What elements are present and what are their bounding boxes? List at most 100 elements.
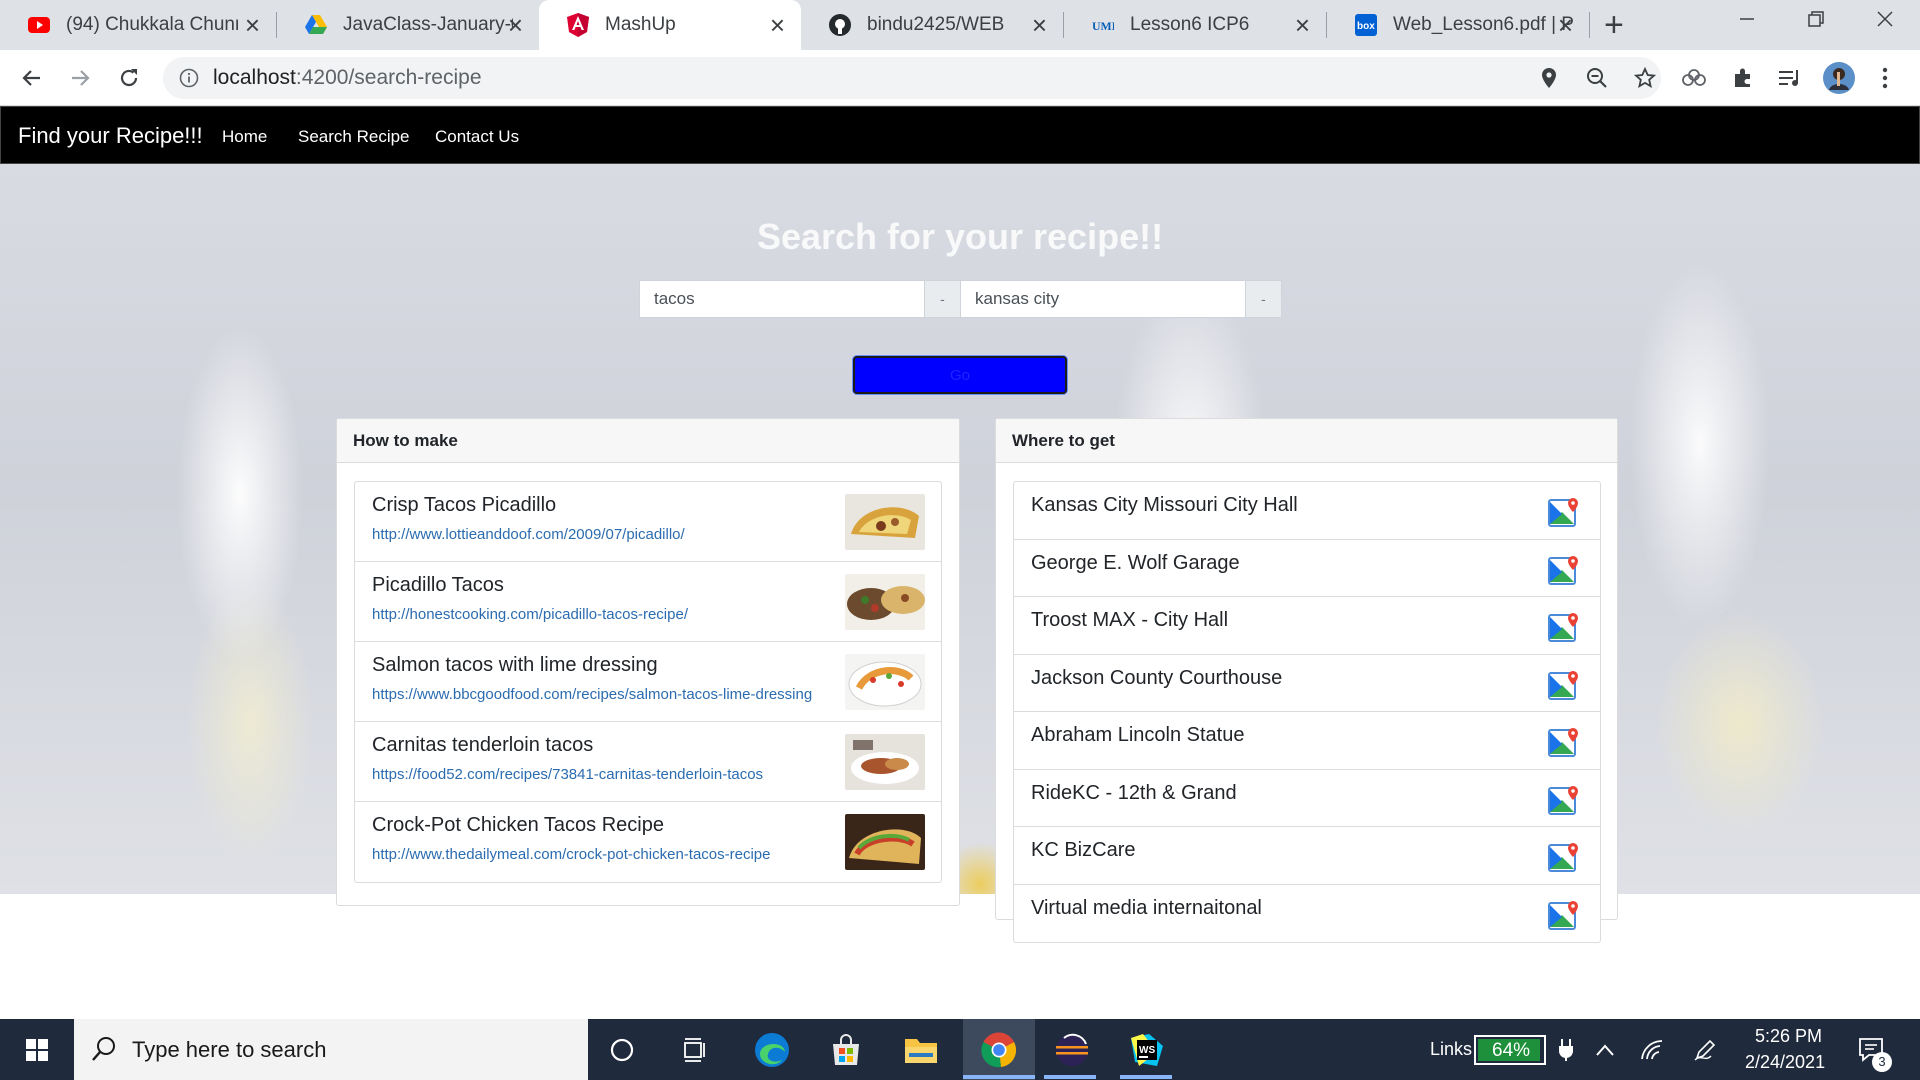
umkc-icon: UMKC [1092,14,1114,36]
svg-text:WS: WS [1139,1045,1155,1056]
clock-date[interactable]: 2/24/2021 [1745,1052,1825,1073]
file-explorer-icon[interactable] [900,1029,942,1071]
hero-title: Search for your recipe!! [756,216,1164,257]
restore-icon[interactable] [1807,8,1825,34]
tab-close-icon[interactable]: × [1558,12,1573,38]
back-icon[interactable] [16,62,48,94]
tab-close-icon[interactable]: × [245,12,260,38]
taskbar-search-box[interactable]: Type here to search [74,1019,588,1080]
recipe-thumbnail[interactable] [845,494,925,550]
profile-avatar[interactable] [1823,62,1855,94]
recipe-thumbnail[interactable] [845,654,925,710]
place-item: Kansas City Missouri City Hall [1014,482,1600,540]
place-item: Troost MAX - City Hall [1014,597,1600,655]
webstorm-icon[interactable]: WS [1126,1029,1168,1071]
browser-tab-strip: (94) Chukkala Chunni × JavaClass-January… [0,0,1920,50]
browser-tab-active[interactable]: MashUp × [539,0,801,50]
browser-tab[interactable]: bindu2425/WEB × [801,0,1063,50]
google-maps-icon[interactable] [1548,841,1580,873]
tab-close-icon[interactable]: × [508,12,523,38]
google-maps-icon[interactable] [1548,669,1580,701]
place-name: Jackson County Courthouse [1031,666,1283,689]
recipe-thumbnail[interactable] [845,814,925,870]
minimize-icon[interactable] [1738,8,1756,34]
angular-icon [567,13,589,37]
google-maps-icon[interactable] [1548,899,1580,931]
new-tab-button[interactable]: + [1604,8,1624,42]
recipe-name: Crock-Pot Chicken Tacos Recipe [372,814,664,836]
media-controls-icon[interactable] [1777,65,1803,91]
recipe-item: Salmon tacos with lime dressing https://… [355,642,941,722]
battery-meter[interactable]: 64% [1474,1035,1546,1065]
task-view-icon[interactable] [675,1029,717,1071]
microsoft-store-icon[interactable] [825,1029,867,1071]
site-navbar: Find your Recipe!!! Home Search Recipe C… [0,106,1920,164]
recipe-item: Crisp Tacos Picadillo http://www.lottiea… [355,482,941,562]
how-to-make-card: How to make Crisp Tacos Picadillo http:/… [336,418,960,906]
wifi-icon[interactable] [1631,1029,1673,1071]
reload-icon[interactable] [113,62,145,94]
chrome-browser-icon[interactable] [978,1029,1020,1071]
svg-text:box: box [1357,21,1375,32]
url-host: localhost [213,66,296,89]
windows-taskbar: Type here to search WS Links 64% 5:26 PM… [0,1019,1920,1080]
recipe-name: Salmon tacos with lime dressing [372,654,658,676]
site-info-icon[interactable] [177,66,201,90]
tab-close-icon[interactable]: × [770,12,785,38]
recipe-link[interactable]: http://www.lottieanddoof.com/2009/07/pic… [372,526,685,543]
notification-count-badge: 3 [1872,1052,1892,1072]
tab-close-icon[interactable]: × [1032,12,1047,38]
place-name: Abraham Lincoln Statue [1031,724,1245,746]
nav-link-search-recipe[interactable]: Search Recipe [298,127,410,147]
pen-workspace-icon[interactable] [1684,1029,1726,1071]
extensions-puzzle-icon[interactable] [1730,65,1756,91]
recipe-link[interactable]: http://www.thedailymeal.com/crock-pot-ch… [372,846,770,863]
location-pin-icon[interactable] [1537,66,1561,90]
github-icon [829,14,851,36]
close-window-icon[interactable] [1876,8,1894,34]
google-maps-icon[interactable] [1548,554,1580,586]
address-bar[interactable]: localhost:4200/search-recipe [163,57,1661,99]
browser-tab[interactable]: box Web_Lesson6.pdf | P × [1327,0,1589,50]
eclipse-ide-icon[interactable] [1051,1029,1093,1071]
browser-tab[interactable]: UMKC Lesson6 ICP6 × [1064,0,1326,50]
place-item: George E. Wolf Garage [1014,540,1600,597]
nav-link-contact-us[interactable]: Contact Us [435,127,519,147]
recipe-thumbnail[interactable] [845,734,925,790]
windows-start-icon[interactable] [16,1029,58,1071]
zoom-out-icon[interactable] [1585,66,1609,90]
google-maps-icon[interactable] [1548,726,1580,758]
recipe-link[interactable]: http://honestcooking.com/picadillo-tacos… [372,606,688,623]
google-maps-icon[interactable] [1548,784,1580,816]
recipe-link[interactable]: https://food52.com/recipes/73841-carnita… [372,766,763,783]
show-hidden-icons-chevron-icon[interactable] [1584,1029,1626,1071]
clock-time[interactable]: 5:26 PM [1755,1026,1822,1047]
place-list: Kansas City Missouri City Hall George E.… [1013,481,1601,943]
cortana-icon[interactable] [601,1029,643,1071]
google-maps-icon[interactable] [1548,496,1580,528]
browser-tab[interactable]: JavaClass-January-05 × [277,0,539,50]
forward-icon[interactable] [64,62,96,94]
recipe-thumbnail[interactable] [845,574,925,630]
chrome-running-indicator [963,1075,1035,1079]
extension-cloud-icon[interactable] [1681,65,1707,91]
recipe-search-input[interactable] [639,280,925,318]
taskbar-links-toolbar[interactable]: Links [1430,1039,1472,1060]
google-maps-icon[interactable] [1548,611,1580,643]
power-plug-icon[interactable] [1545,1029,1587,1071]
place-name: KC BizCare [1031,839,1136,861]
card-header: Where to get [996,419,1617,463]
location-search-input[interactable] [960,280,1246,318]
taskbar-search-placeholder: Type here to search [132,1037,327,1062]
recipe-link[interactable]: https://www.bbcgoodfood.com/recipes/salm… [372,686,812,703]
nav-link-home[interactable]: Home [222,127,267,147]
go-button[interactable]: Go [853,356,1067,394]
tab-close-icon[interactable]: × [1295,12,1310,38]
browser-tab[interactable]: (94) Chukkala Chunni × [0,0,276,50]
chrome-menu-icon[interactable] [1872,65,1898,91]
bookmark-star-icon[interactable] [1633,66,1657,90]
url-path: :4200/search-recipe [295,66,482,89]
edge-browser-icon[interactable] [751,1029,793,1071]
navbar-brand[interactable]: Find your Recipe!!! [18,123,203,149]
recipe-search-group: - [639,280,961,318]
